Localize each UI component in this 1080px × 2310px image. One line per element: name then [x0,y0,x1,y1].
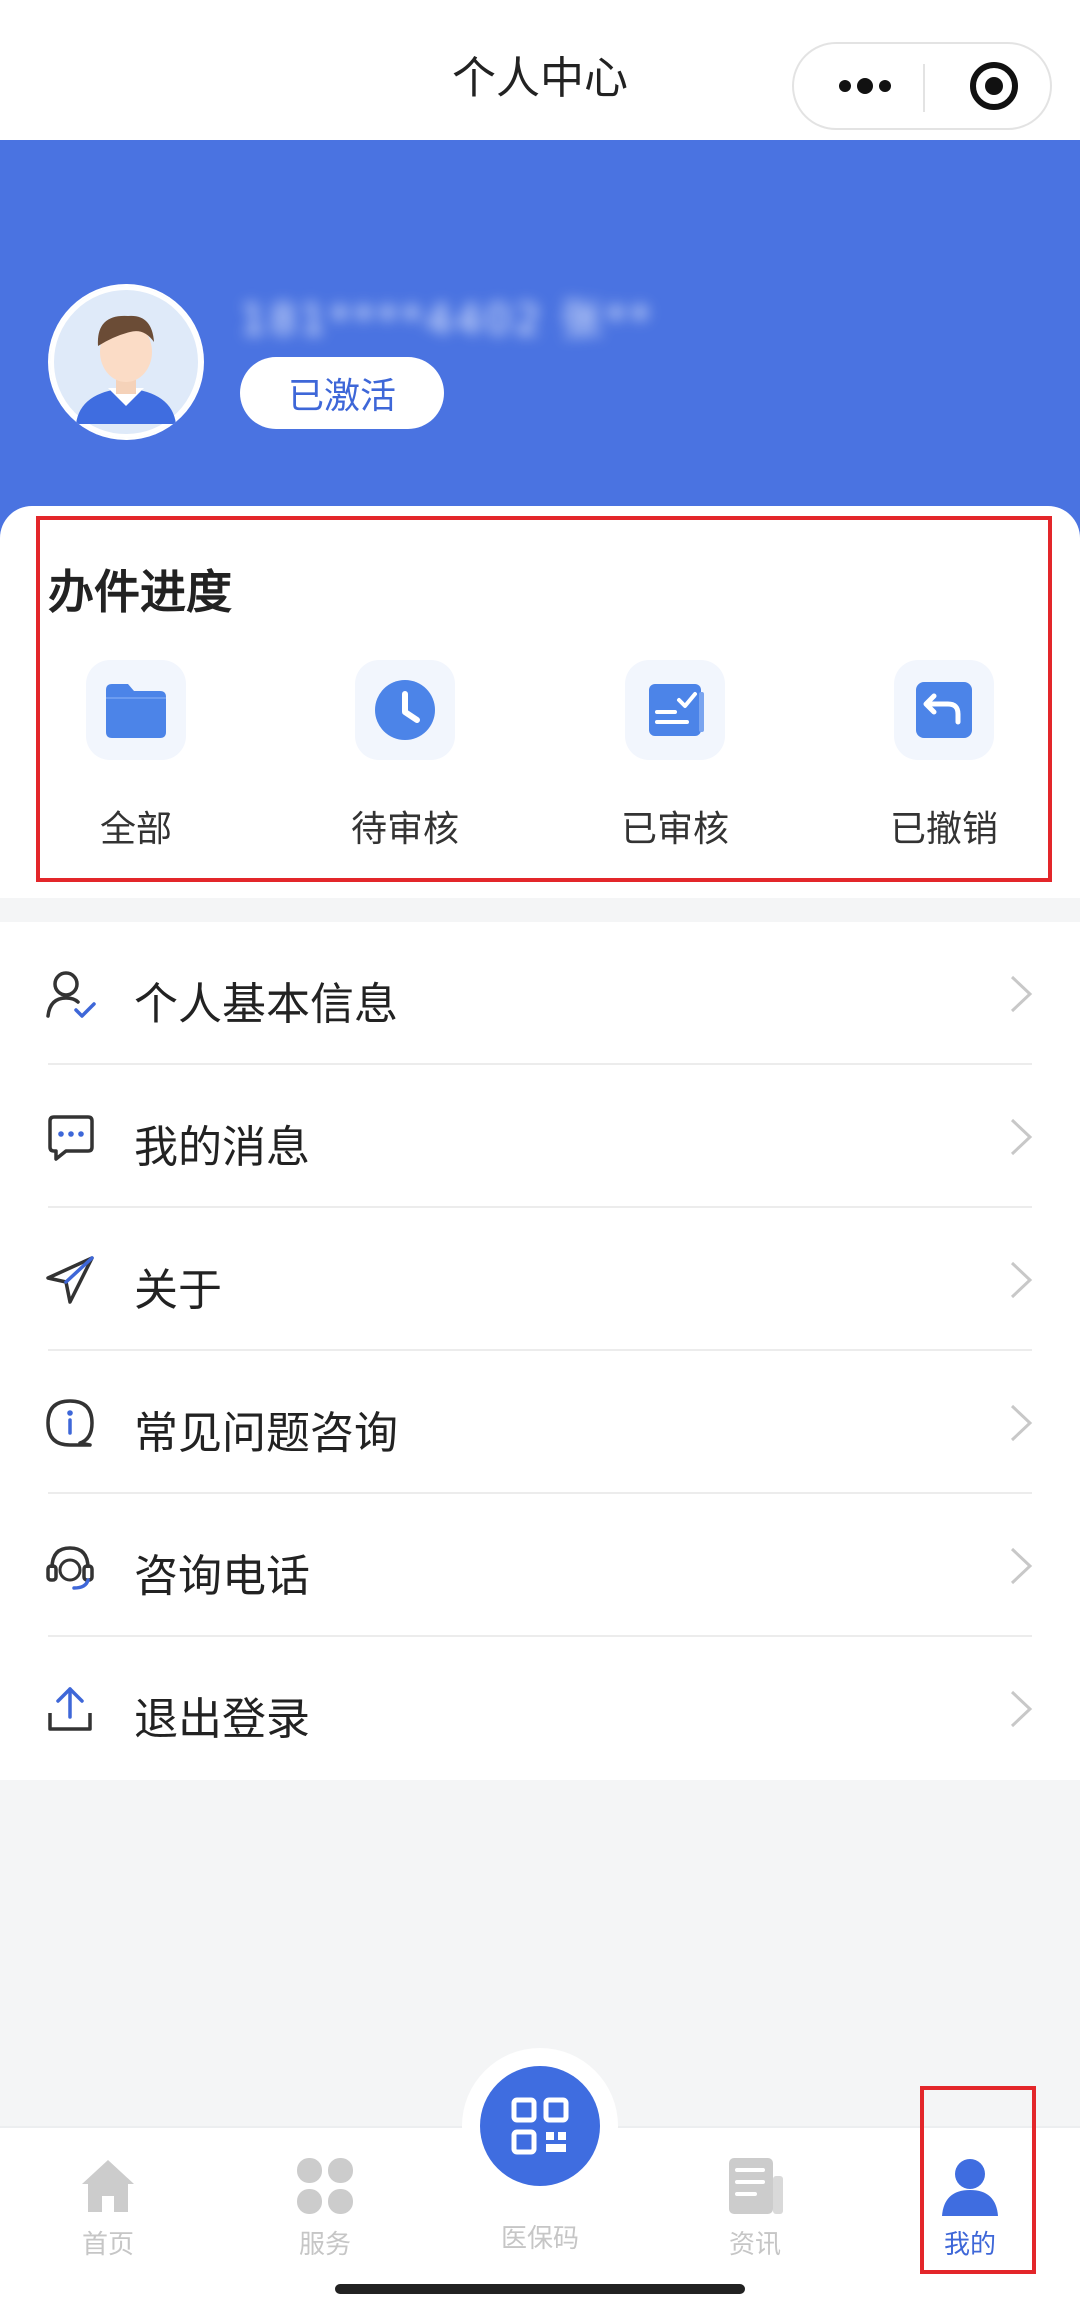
more-button[interactable] [820,44,910,128]
folder-icon [106,684,166,738]
tab-home[interactable]: 首页 [23,2128,193,2278]
menu-item-about[interactable]: 关于 [0,1208,1080,1351]
tab-services[interactable]: 服务 [240,2128,410,2278]
message-icon [48,1115,94,1161]
tab-label: 服务 [298,2230,351,2260]
progress-item-pending[interactable]: 待审核 [305,660,505,860]
info-chat-icon [46,1399,94,1447]
progress-label: 已撤销 [889,809,998,850]
chevron-right-icon [1010,1547,1033,1585]
menu-label: 退出登录 [134,1694,310,1745]
chevron-right-icon [1010,975,1033,1013]
menu-item-logout[interactable]: 退出登录 [0,1637,1080,1780]
qr-code-icon [511,2097,569,2155]
clock-icon [375,680,435,740]
news-icon [729,2158,783,2214]
progress-item-approved[interactable]: 已审核 [575,660,775,860]
user-name: 181****4402 张** [240,295,654,344]
headset-icon [46,1546,94,1590]
menu-list: 个人基本信息 我的消息 关于 常见问题咨询 咨询电话 退出登录 [0,922,1080,1780]
close-button[interactable] [936,44,1052,128]
avatar-illustration-icon [50,286,202,438]
progress-title: 办件进度 [48,565,232,619]
grid-icon [297,2158,353,2214]
progress-item-all[interactable]: 全部 [36,660,236,860]
tab-mine-highlight-box [920,2086,1036,2274]
menu-label: 咨询电话 [134,1551,310,1602]
chevron-right-icon [1010,1118,1033,1156]
undo-icon [916,682,972,738]
menu-label: 个人基本信息 [134,979,398,1030]
target-close-icon [970,62,1018,110]
status-badge: 已激活 [240,357,444,429]
clock-icon-wrap [355,660,455,760]
tab-medical-code[interactable] [480,2066,600,2186]
menu-item-profile-info[interactable]: 个人基本信息 [0,922,1080,1065]
chevron-right-icon [1010,1690,1033,1728]
tab-label: 医保码 [500,2224,579,2254]
menu-label: 我的消息 [134,1122,310,1173]
more-dots-icon [839,78,891,94]
approved-doc-icon [649,684,704,736]
menu-item-faq[interactable]: 常见问题咨询 [0,1351,1080,1494]
menu-label: 常见问题咨询 [134,1408,398,1459]
user-check-icon [46,971,96,1018]
tab-news[interactable]: 资讯 [670,2128,840,2278]
upload-icon [48,1687,92,1731]
capsule-divider [923,64,925,112]
progress-item-revoked[interactable]: 已撤销 [844,660,1044,860]
progress-label: 全部 [99,809,172,850]
progress-label: 待审核 [350,809,459,850]
send-icon [46,1256,94,1304]
approved-doc-icon-wrap [625,660,725,760]
nav-bar: 个人中心 [0,0,1080,140]
menu-label: 关于 [134,1265,222,1316]
menu-item-hotline[interactable]: 咨询电话 [0,1494,1080,1637]
chevron-right-icon [1010,1261,1033,1299]
avatar[interactable] [48,284,204,440]
home-indicator [335,2284,745,2294]
home-icon [82,2160,134,2212]
menu-item-messages[interactable]: 我的消息 [0,1065,1080,1208]
progress-label: 已审核 [620,809,729,850]
undo-icon-wrap [894,660,994,760]
mini-program-capsule [792,42,1052,130]
tab-label: 首页 [81,2230,134,2260]
tab-label: 资讯 [728,2230,781,2260]
chevron-right-icon [1010,1404,1033,1442]
folder-icon-wrap [86,660,186,760]
